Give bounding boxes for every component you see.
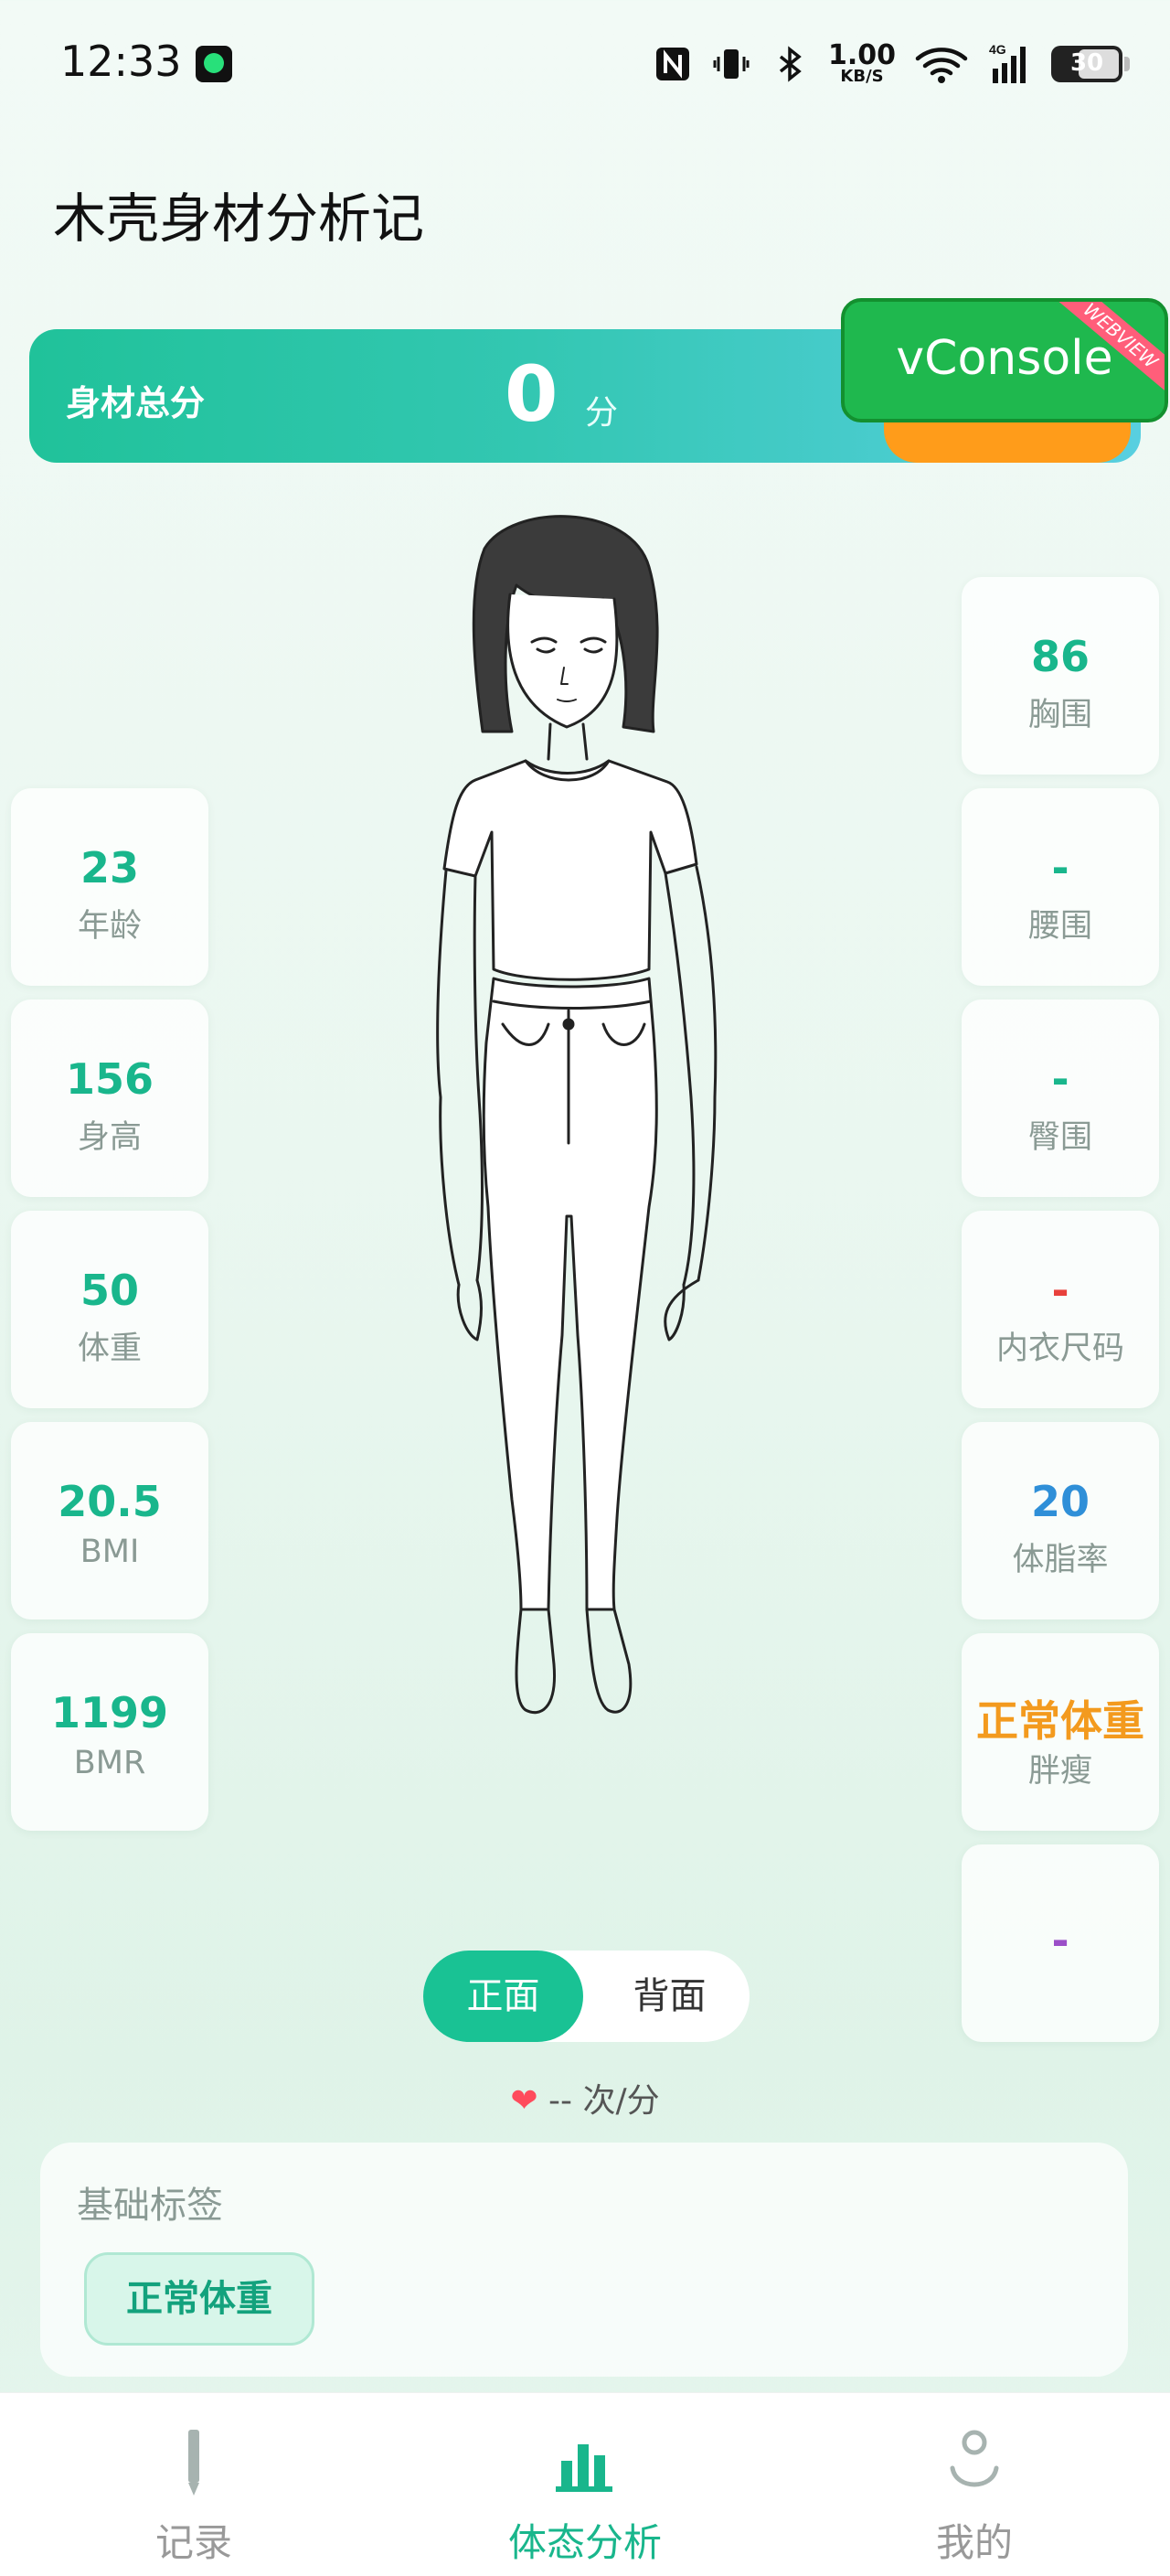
metric-label: 年龄 [77, 908, 142, 945]
metric-value: 50 [80, 1266, 139, 1315]
nav-item-posture-analysis[interactable]: 体态分析 [448, 2393, 722, 2576]
status-icons: 1.00 KB/S 4G 30 [634, 37, 1131, 91]
nav-item-record[interactable]: 记录 [57, 2393, 331, 2576]
metric-card-bra-size[interactable]: - 内衣尺码 [962, 1211, 1159, 1408]
view-toggle: 正面 背面 [423, 1951, 750, 2042]
page-title: 木壳身材分析记 [53, 187, 425, 250]
pen-icon [188, 2430, 199, 2496]
metric-label: 腰围 [1027, 908, 1092, 945]
metric-label: BMI [80, 1534, 140, 1570]
metric-card-hip[interactable]: - 臀围 [962, 999, 1159, 1197]
metric-label: 身高 [77, 1119, 142, 1156]
tags-title: 基础标签 [77, 2185, 223, 2227]
music-app-icon [196, 46, 232, 82]
metric-card-waist[interactable]: - 腰围 [962, 788, 1159, 986]
metric-card-extra[interactable]: - [962, 1844, 1159, 2042]
metric-card-body-type[interactable]: 正常体重 胖瘦 [962, 1633, 1159, 1831]
bar-chart-icon [556, 2444, 612, 2492]
bluetooth-icon [770, 44, 810, 84]
metric-value: 23 [80, 843, 139, 893]
metric-value: 20 [1030, 1477, 1090, 1526]
metric-card-age[interactable]: 23 年龄 [11, 788, 208, 986]
metric-value: 正常体重 [976, 1696, 1144, 1746]
basic-tags-panel: 基础标签 正常体重 [40, 2143, 1128, 2377]
metric-value: - [1051, 843, 1069, 893]
metric-label: 臀围 [1027, 1119, 1092, 1156]
metric-card-weight[interactable]: 50 体重 [11, 1211, 208, 1408]
metric-value: 1199 [50, 1688, 169, 1737]
metric-card-bmr[interactable]: 1199 BMR [11, 1633, 208, 1831]
tag-chip[interactable]: 正常体重 [84, 2252, 314, 2346]
heart-icon: ❤ [510, 2082, 538, 2120]
network-speed: 1.00 KB/S [828, 39, 897, 86]
cell-signal-icon: 4G [987, 41, 1033, 87]
toggle-back-view[interactable]: 背面 [590, 1951, 750, 2042]
bottom-nav: 记录 体态分析 我的 [0, 2392, 1170, 2576]
status-time: 12:33 [60, 37, 182, 86]
network-type: 4G [989, 42, 1006, 57]
metric-card-bmi[interactable]: 20.5 BMI [11, 1422, 208, 1619]
metric-label: 胖瘦 [1027, 1753, 1092, 1790]
metric-label: 体脂率 [1012, 1542, 1109, 1578]
metric-value: 86 [1030, 632, 1090, 681]
metric-value: 20.5 [58, 1477, 162, 1526]
metric-label: 胸围 [1027, 697, 1092, 733]
heart-rate: ❤ -- 次/分 [0, 2074, 1170, 2122]
metric-label: BMR [73, 1745, 146, 1781]
nav-label: 记录 [154, 2520, 232, 2565]
wifi-icon [914, 44, 969, 84]
body-figure-illustration [436, 515, 718, 1715]
metric-value: - [1051, 1054, 1069, 1104]
person-icon [950, 2430, 999, 2487]
metric-value: 156 [65, 1054, 154, 1104]
heart-rate-text: -- 次/分 [548, 2082, 660, 2120]
toggle-front-view[interactable]: 正面 [423, 1951, 583, 2042]
vibrate-icon [711, 44, 751, 84]
nav-label: 体态分析 [507, 2520, 662, 2565]
metric-value: - [1051, 1916, 1069, 1965]
score-label: 身材总分 [66, 383, 206, 423]
metric-card-chest[interactable]: 86 胸围 [962, 577, 1159, 775]
battery-icon: 30 [1051, 46, 1131, 82]
score-value: 0 [505, 349, 558, 439]
metric-label: 体重 [77, 1331, 142, 1367]
vconsole-button[interactable]: vConsole WEBVIEW [841, 298, 1168, 422]
metric-value: - [1051, 1266, 1069, 1315]
metric-label: 内衣尺码 [995, 1331, 1124, 1367]
nfc-icon [653, 44, 693, 84]
nav-label: 我的 [935, 2520, 1013, 2565]
metric-card-height[interactable]: 156 身高 [11, 999, 208, 1197]
score-unit: 分 [585, 394, 619, 432]
nav-item-me[interactable]: 我的 [837, 2393, 1112, 2576]
metric-card-body-fat[interactable]: 20 体脂率 [962, 1422, 1159, 1619]
